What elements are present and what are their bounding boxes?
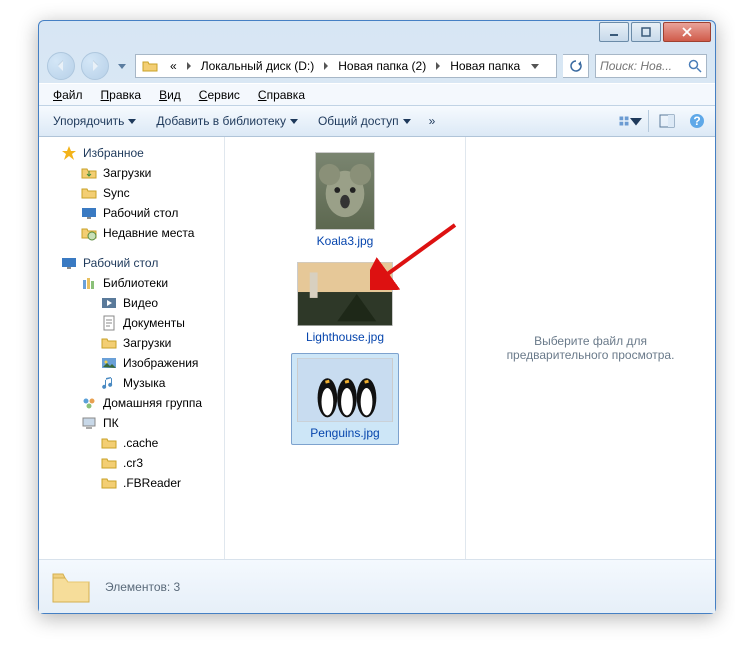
help-button[interactable]: ?	[685, 109, 709, 133]
folder-icon	[101, 435, 117, 451]
sidebar-item-video[interactable]: Видео	[39, 293, 224, 313]
menubar: Файл Правка Вид Сервис Справка	[39, 83, 715, 105]
folder-icon	[51, 568, 91, 606]
breadcrumb-seg-1[interactable]: Новая папка (2)	[332, 55, 432, 77]
view-mode-button[interactable]	[618, 109, 642, 133]
preview-pane: Выберите файл для предварительного просм…	[465, 137, 715, 559]
toolbar-overflow[interactable]: »	[423, 110, 442, 132]
homegroup-icon	[81, 395, 97, 411]
details-count: Элементов: 3	[105, 580, 180, 594]
desktop-icon	[61, 255, 77, 271]
sidebar-item-sync[interactable]: Sync	[39, 183, 224, 203]
thumbnail	[315, 152, 375, 230]
svg-text:?: ?	[693, 114, 700, 128]
thumbnail	[297, 358, 393, 422]
navigation-row: « Локальный диск (D:) Новая папка (2) Но…	[39, 49, 715, 83]
sidebar-homegroup[interactable]: Домашняя группа	[39, 393, 224, 413]
file-list[interactable]: Koala3.jpg Lighthouse.jpg Penguins.jpg	[225, 137, 465, 559]
sidebar-item-music[interactable]: Музыка	[39, 373, 224, 393]
minimize-button[interactable]	[599, 22, 629, 42]
maximize-button[interactable]	[631, 22, 661, 42]
forward-button[interactable]	[81, 52, 109, 80]
folder-icon	[81, 165, 97, 181]
address-overflow[interactable]: «	[164, 55, 183, 77]
desktop-icon	[81, 205, 97, 221]
sidebar-desktop-root[interactable]: Рабочий стол	[39, 253, 224, 273]
menu-tools[interactable]: Сервис	[191, 86, 248, 104]
breadcrumb-seg-2[interactable]: Новая папка	[444, 55, 526, 77]
add-to-library-button[interactable]: Добавить в библиотеку	[148, 110, 306, 132]
documents-icon	[101, 315, 117, 331]
menu-view[interactable]: Вид	[151, 86, 189, 104]
file-item[interactable]: Lighthouse.jpg	[291, 257, 399, 349]
sidebar-item-lib-downloads[interactable]: Загрузки	[39, 333, 224, 353]
back-button[interactable]	[47, 52, 75, 80]
sidebar-pc[interactable]: ПК	[39, 413, 224, 433]
preview-pane-button[interactable]	[655, 109, 679, 133]
history-dropdown[interactable]	[115, 56, 129, 76]
sidebar-item-recent[interactable]: Недавние места	[39, 223, 224, 243]
refresh-button[interactable]	[563, 54, 589, 78]
folder-icon	[101, 335, 117, 351]
organize-button[interactable]: Упорядочить	[45, 110, 144, 132]
folder-icon	[101, 475, 117, 491]
address-dropdown[interactable]	[526, 62, 544, 70]
share-button[interactable]: Общий доступ	[310, 110, 419, 132]
file-item[interactable]: Penguins.jpg	[291, 353, 399, 445]
file-name: Lighthouse.jpg	[296, 330, 394, 344]
window-controls	[599, 22, 711, 42]
sidebar-item-desktop[interactable]: Рабочий стол	[39, 203, 224, 223]
main-area: Избранное Загрузки Sync Рабочий стол Нед…	[39, 137, 715, 559]
menu-file[interactable]: Файл	[45, 86, 91, 104]
search-icon	[688, 59, 702, 73]
titlebar	[39, 21, 715, 49]
details-pane: Элементов: 3	[39, 559, 715, 613]
video-icon	[101, 295, 117, 311]
sidebar-favorites[interactable]: Избранное	[39, 143, 224, 163]
pictures-icon	[101, 355, 117, 371]
file-name: Koala3.jpg	[296, 234, 394, 248]
menu-help[interactable]: Справка	[250, 86, 313, 104]
sidebar-item-cr3[interactable]: .cr3	[39, 453, 224, 473]
computer-icon	[81, 415, 97, 431]
close-button[interactable]	[663, 22, 711, 42]
search-box[interactable]	[595, 54, 707, 78]
navigation-pane[interactable]: Избранное Загрузки Sync Рабочий стол Нед…	[39, 137, 225, 559]
sidebar-item-documents[interactable]: Документы	[39, 313, 224, 333]
thumbnail	[297, 262, 393, 326]
sidebar-item-downloads[interactable]: Загрузки	[39, 163, 224, 183]
music-icon	[101, 375, 117, 391]
recent-icon	[81, 225, 97, 241]
address-bar[interactable]: « Локальный диск (D:) Новая папка (2) Но…	[135, 54, 557, 78]
folder-icon	[101, 455, 117, 471]
libraries-icon	[81, 275, 97, 291]
address-folder-icon	[136, 55, 164, 77]
file-name: Penguins.jpg	[296, 426, 394, 440]
preview-empty-text: Выберите файл для предварительного просм…	[486, 334, 695, 362]
file-item[interactable]: Koala3.jpg	[291, 147, 399, 253]
search-input[interactable]	[600, 59, 688, 73]
toolbar: Упорядочить Добавить в библиотеку Общий …	[39, 105, 715, 137]
star-icon	[61, 145, 77, 161]
sidebar-item-cache[interactable]: .cache	[39, 433, 224, 453]
breadcrumb-seg-0[interactable]: Локальный диск (D:)	[195, 55, 321, 77]
menu-edit[interactable]: Правка	[93, 86, 150, 104]
folder-icon	[81, 185, 97, 201]
sidebar-item-fbreader[interactable]: .FBReader	[39, 473, 224, 493]
sidebar-libraries[interactable]: Библиотеки	[39, 273, 224, 293]
explorer-window: « Локальный диск (D:) Новая папка (2) Но…	[38, 20, 716, 614]
sidebar-item-pictures[interactable]: Изображения	[39, 353, 224, 373]
